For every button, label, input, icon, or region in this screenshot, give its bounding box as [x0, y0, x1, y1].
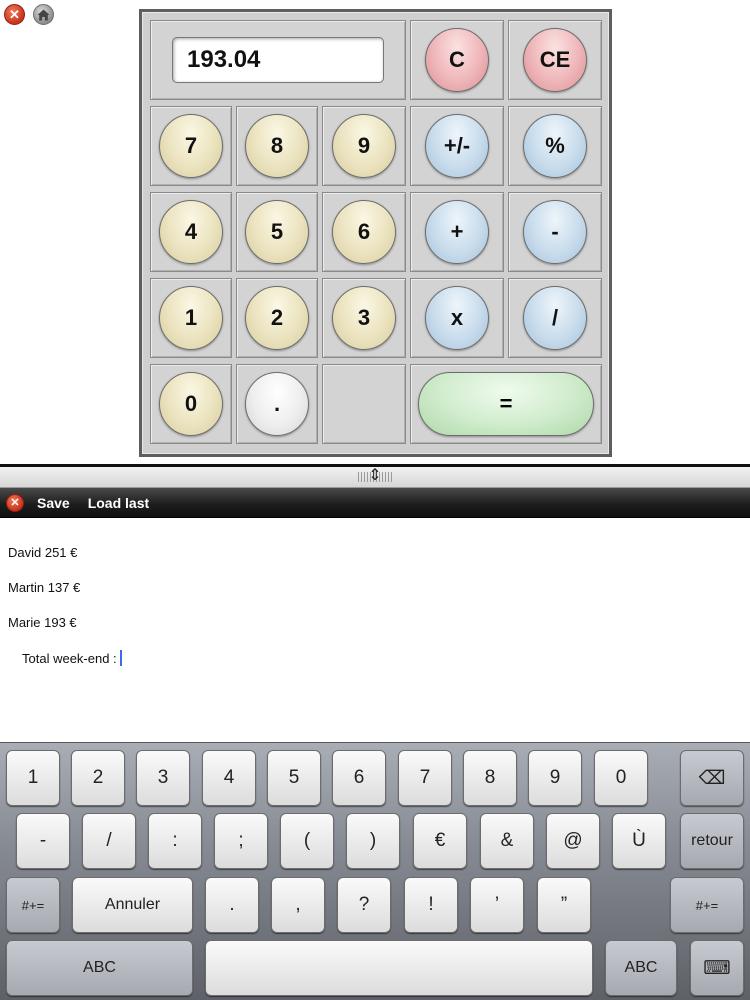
digit-4-button[interactable]: 4 [159, 200, 223, 264]
home-glyph [37, 9, 50, 20]
note-line-current: Total week-end : [22, 650, 122, 666]
key-hyphen[interactable]: - [16, 813, 70, 869]
key-8[interactable]: 8 [463, 750, 517, 806]
digit-9-button[interactable]: 9 [332, 114, 396, 178]
load-last-button[interactable]: Load last [88, 495, 149, 511]
digit-6-button[interactable]: 6 [332, 200, 396, 264]
close-notes-icon[interactable]: ✕ [6, 493, 24, 512]
home-icon[interactable] [33, 4, 54, 25]
notes-toolbar: ✕ Save Load last [0, 488, 750, 518]
text-caret [119, 650, 122, 666]
digit-8-button[interactable]: 8 [245, 114, 309, 178]
pane-splitter[interactable]: ⇕ [0, 464, 750, 488]
key-0[interactable]: 0 [594, 750, 648, 806]
key-3[interactable]: 3 [136, 750, 190, 806]
symbols-key-left[interactable]: #+= [6, 877, 60, 933]
digit-0-button[interactable]: 0 [159, 372, 223, 436]
notes-editor[interactable]: David 251 € Martin 137 € Marie 193 € Tot… [0, 518, 750, 742]
key-cell: 7 [150, 106, 232, 186]
on-screen-keyboard: 1 2 3 4 5 6 7 8 9 0 ⌫ - / : ; ( ) € & @ … [0, 742, 750, 1000]
clear-entry-cell: CE [508, 20, 602, 100]
key-7[interactable]: 7 [398, 750, 452, 806]
calculator-display: 193.04 [172, 37, 384, 83]
key-cell: % [508, 106, 602, 186]
key-cell: 9 [322, 106, 406, 186]
key-comma[interactable]: , [271, 877, 325, 933]
key-9[interactable]: 9 [528, 750, 582, 806]
empty-cell [322, 364, 406, 444]
calculator: 193.04 C CE 7 8 9 +/- % 4 5 6 + - 1 2 3 … [139, 9, 612, 457]
space-key[interactable] [205, 940, 593, 996]
key-u-grave[interactable]: Ù [612, 813, 666, 869]
subtract-button[interactable]: - [523, 200, 587, 264]
clear-cell: C [410, 20, 504, 100]
digit-5-button[interactable]: 5 [245, 200, 309, 264]
key-close-paren[interactable]: ) [346, 813, 400, 869]
key-4[interactable]: 4 [202, 750, 256, 806]
key-1[interactable]: 1 [6, 750, 60, 806]
percent-button[interactable]: % [523, 114, 587, 178]
decimal-button[interactable]: . [245, 372, 309, 436]
key-period[interactable]: . [205, 877, 259, 933]
equals-button[interactable]: = [418, 372, 594, 436]
cancel-key[interactable]: Annuler [72, 877, 193, 933]
key-cell: x [410, 278, 504, 358]
digit-7-button[interactable]: 7 [159, 114, 223, 178]
key-cell: 1 [150, 278, 232, 358]
key-cell: 2 [236, 278, 318, 358]
resize-handle-icon[interactable]: ⇕ [368, 467, 382, 485]
key-exclamation[interactable]: ! [404, 877, 458, 933]
key-2[interactable]: 2 [71, 750, 125, 806]
note-line: Martin 137 € [8, 580, 81, 595]
abc-key-left[interactable]: ABC [6, 940, 193, 996]
digit-3-button[interactable]: 3 [332, 286, 396, 350]
note-line: Marie 193 € [8, 615, 77, 630]
key-ampersand[interactable]: & [480, 813, 534, 869]
key-colon[interactable]: : [148, 813, 202, 869]
add-button[interactable]: + [425, 200, 489, 264]
clear-button[interactable]: C [425, 28, 489, 92]
hide-keyboard-icon[interactable]: ⌨ [690, 940, 744, 996]
abc-key-right[interactable]: ABC [605, 940, 677, 996]
key-cell: 0 [150, 364, 232, 444]
clear-entry-button[interactable]: CE [523, 28, 587, 92]
key-cell: 8 [236, 106, 318, 186]
key-cell: +/- [410, 106, 504, 186]
display-cell: 193.04 [150, 20, 406, 100]
key-apostrophe[interactable]: ’ [470, 877, 524, 933]
note-line-text: Total week-end : [22, 651, 117, 666]
key-euro[interactable]: € [413, 813, 467, 869]
key-semicolon[interactable]: ; [214, 813, 268, 869]
digit-2-button[interactable]: 2 [245, 286, 309, 350]
key-cell: 3 [322, 278, 406, 358]
key-slash[interactable]: / [82, 813, 136, 869]
key-cell: 5 [236, 192, 318, 272]
save-button[interactable]: Save [37, 495, 70, 511]
key-6[interactable]: 6 [332, 750, 386, 806]
key-cell: - [508, 192, 602, 272]
key-cell: / [508, 278, 602, 358]
digit-1-button[interactable]: 1 [159, 286, 223, 350]
symbols-key-right[interactable]: #+= [670, 877, 744, 933]
key-question[interactable]: ? [337, 877, 391, 933]
key-cell: . [236, 364, 318, 444]
key-quote[interactable]: ” [537, 877, 591, 933]
return-key[interactable]: retour [680, 813, 744, 869]
key-5[interactable]: 5 [267, 750, 321, 806]
divide-button[interactable]: / [523, 286, 587, 350]
equals-cell: = [410, 364, 602, 444]
key-cell: 6 [322, 192, 406, 272]
multiply-button[interactable]: x [425, 286, 489, 350]
key-cell: 4 [150, 192, 232, 272]
plus-minus-button[interactable]: +/- [425, 114, 489, 178]
key-at[interactable]: @ [546, 813, 600, 869]
note-line: David 251 € [8, 545, 78, 560]
key-cell: + [410, 192, 504, 272]
key-open-paren[interactable]: ( [280, 813, 334, 869]
close-icon[interactable]: ✕ [4, 4, 25, 25]
backspace-key[interactable]: ⌫ [680, 750, 744, 806]
